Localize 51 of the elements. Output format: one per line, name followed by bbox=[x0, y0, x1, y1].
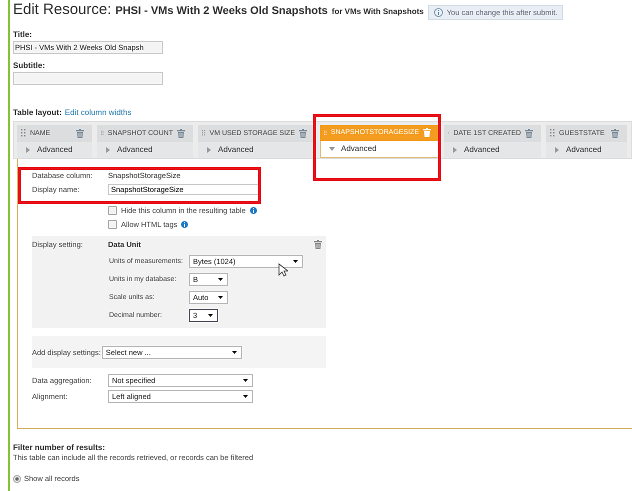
advanced-label: Advanced bbox=[341, 144, 377, 154]
trash-icon bbox=[314, 240, 322, 249]
info-icon bbox=[181, 220, 188, 228]
trash-icon bbox=[76, 128, 84, 138]
radio-button[interactable] bbox=[13, 474, 21, 482]
edit-widths-link[interactable]: Edit column widths bbox=[64, 108, 132, 117]
checkbox[interactable] bbox=[108, 206, 117, 214]
caret-right-icon bbox=[206, 146, 212, 153]
info-icon bbox=[250, 206, 257, 214]
resource-name: PHSI - VMs With 2 Weeks Old Snapshots bbox=[115, 5, 328, 17]
advanced-label: Advanced bbox=[37, 145, 73, 154]
checkbox[interactable] bbox=[108, 220, 117, 228]
advanced-label: Advanced bbox=[218, 145, 254, 154]
section-title: Filter number of results: bbox=[13, 443, 106, 452]
caret-icon bbox=[293, 260, 298, 263]
trash-icon bbox=[423, 128, 431, 138]
caret-icon bbox=[218, 296, 223, 299]
trash-icon bbox=[611, 128, 619, 138]
advanced-toggle[interactable]: Advanced bbox=[198, 142, 315, 158]
field-label: Subtitle: bbox=[13, 61, 46, 70]
caret-right-icon bbox=[105, 146, 111, 153]
trash-icon bbox=[525, 128, 533, 138]
advanced-toggle[interactable]: Advanced bbox=[546, 142, 627, 158]
caret-icon bbox=[218, 278, 223, 281]
page-title: Edit Resource: bbox=[13, 1, 112, 18]
caret-icon bbox=[243, 378, 248, 382]
advanced-label: Advanced bbox=[117, 145, 153, 154]
section-label: Table layout: bbox=[13, 108, 62, 117]
drag-handle-icon bbox=[202, 129, 206, 138]
trash-icon bbox=[177, 128, 185, 138]
caret-icon bbox=[208, 314, 213, 317]
field-label: Title: bbox=[13, 30, 33, 39]
caret-icon bbox=[232, 350, 237, 354]
advanced-toggle[interactable]: Advanced bbox=[97, 142, 193, 158]
advanced-toggle[interactable]: Advanced bbox=[320, 140, 439, 158]
mouse-pointer-icon bbox=[278, 263, 288, 277]
caret-icon bbox=[243, 394, 248, 398]
advanced-toggle[interactable]: Advanced bbox=[17, 142, 92, 158]
caret-down-icon bbox=[329, 146, 335, 152]
drag-handle-icon bbox=[21, 129, 26, 138]
caret-right-icon bbox=[554, 146, 560, 153]
subtitle-field[interactable] bbox=[13, 72, 163, 85]
info-icon bbox=[434, 8, 443, 16]
caret-right-icon bbox=[25, 146, 31, 153]
resource-context: for VMs With Snapshots bbox=[332, 7, 424, 16]
caret-right-icon bbox=[452, 146, 458, 153]
advanced-label: Advanced bbox=[464, 145, 500, 154]
advanced-label: Advanced bbox=[566, 145, 602, 154]
drag-handle-icon bbox=[550, 129, 555, 138]
trash-icon bbox=[299, 128, 307, 138]
advanced-toggle[interactable]: Advanced bbox=[444, 142, 541, 158]
